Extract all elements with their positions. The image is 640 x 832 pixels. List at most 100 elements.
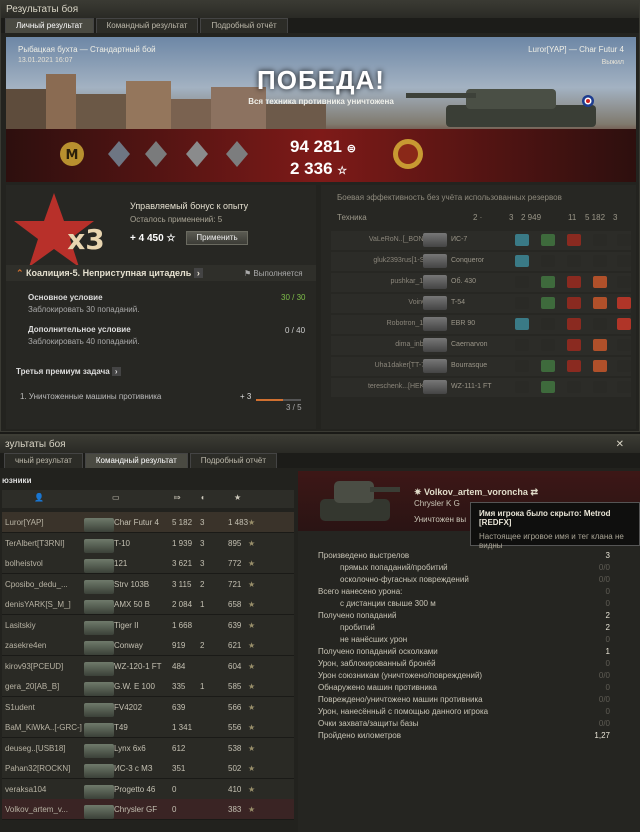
kill-icon[interactable] [617,297,631,309]
tab-team[interactable]: Командный результат [84,453,188,468]
tab-report[interactable]: Подробный отчёт [189,453,277,468]
crit-icon[interactable] [593,234,607,246]
allies-header: юзники [2,476,32,485]
damage-icon[interactable] [567,339,581,351]
efficiency-row[interactable]: VaLeRoN..[_BONG] ИС-7 [331,231,631,250]
damage: 5 182 [172,518,193,527]
credits-value: 94 281 [290,137,342,156]
efficiency-row[interactable]: tereschenk...[HEKP] WZ-111-1 FT [331,378,631,397]
crit-icon[interactable] [593,318,607,330]
crit-icon[interactable] [593,339,607,351]
mission-title[interactable]: ⌃ Коалиция-5. Неприступная цитадель › [16,268,203,279]
efficiency-row[interactable]: Robotron_124 EBR 90 [331,315,631,334]
damage-icon[interactable] [567,234,581,246]
third-task-title[interactable]: Третья премиум задача › [16,367,121,376]
spotted-icon[interactable] [515,318,529,330]
chevron-right-icon[interactable]: › [111,367,121,376]
spotted-icon[interactable] [515,360,529,372]
svg-text:M: M [66,148,79,163]
damage-icon[interactable] [567,297,581,309]
assist-icon[interactable] [541,381,555,393]
tab-personal[interactable]: чный результат [4,453,83,468]
tab-report[interactable]: Подробный отчёт [200,18,288,33]
kill-icon[interactable] [617,339,631,351]
tank-icon [423,338,447,352]
spotted-icon[interactable] [515,339,529,351]
team-row[interactable]: TerAlbert[T3RNI] T-10 1 939 3 895 ★ [2,532,294,554]
damage-icon[interactable] [567,255,581,267]
kill-icon[interactable] [617,255,631,267]
medal-icon[interactable] [106,139,132,169]
apply-button[interactable]: Применить [186,231,248,245]
player-icon[interactable]: 👤 [34,493,44,502]
close-icon[interactable] [612,438,636,458]
efficiency-row[interactable]: Uha1daker[TT-72] Bourrasque [331,357,631,376]
team-row[interactable]: Volkov_artem_v... Chrysler GF 0 383 ★ [2,799,294,820]
damage-icon[interactable] [567,381,581,393]
tank-column-icon[interactable]: ▭ [112,493,120,502]
crit-icon[interactable] [593,276,607,288]
hidden-name-icon[interactable]: ⇄ [530,487,538,497]
assist-icon[interactable] [541,318,555,330]
spotted-icon[interactable] [515,297,529,309]
kill-icon[interactable] [617,318,631,330]
assist-icon[interactable] [541,297,555,309]
spotted-icon[interactable] [515,381,529,393]
team-row[interactable]: Pahan32[ROCKN] ИС-3 с МЗ 351 502 ★ [2,758,294,779]
medal-icon[interactable] [143,139,169,169]
assist-icon[interactable] [541,360,555,372]
enemy-tank: T-54 [451,299,466,306]
window-title: зультаты боя ✕ [0,436,640,453]
efficiency-row[interactable]: dima_inbox Caernarvon [331,336,631,355]
team-row[interactable]: kirov93[PCEUD] WZ-120-1 FT 484 604 ★ [2,655,294,677]
tank-icon [84,784,114,799]
assist-icon[interactable] [541,234,555,246]
spotted-icon[interactable] [515,234,529,246]
team-row[interactable]: S1udent FV4202 639 566 ★ [2,696,294,718]
achievement-icon[interactable] [391,137,425,171]
damage-icon[interactable] [567,276,581,288]
kill-icon[interactable] [617,360,631,372]
efficiency-row[interactable]: VoinCh T-54 [331,294,631,313]
team-row[interactable]: Cposibo_dedu_... Strv 103B 3 115 2 721 ★ [2,573,294,595]
player-name: TerAlbert[T3RNI] [5,538,65,548]
chevron-right-icon[interactable]: › [193,268,203,278]
team-row[interactable]: BaM_KiWkA..[-GRC-] T49 1 341 556 ★ [2,717,294,738]
team-row[interactable]: deuseg..[USB18] Lynx 6x6 612 538 ★ [2,737,294,759]
tank-icon [423,275,447,289]
team-row[interactable]: Lasitskiy Tiger II 1 668 639 ★ [2,614,294,636]
team-row[interactable]: veraksa104 Progetto 46 0 410 ★ [2,778,294,800]
kill-icon[interactable] [617,234,631,246]
efficiency-row[interactable]: gluk2393rus[1-SK] Conqueror [331,252,631,271]
damage-icon[interactable] [567,318,581,330]
assist-icon[interactable] [541,276,555,288]
crit-icon[interactable] [593,255,607,267]
kill-icon[interactable] [617,276,631,288]
col-tank: Техника [337,213,367,222]
crit-icon[interactable] [593,360,607,372]
xp-icon[interactable]: ★ [234,493,241,502]
enemy-tank: EBR 90 [451,320,476,327]
team-row[interactable]: zasekre4en Conway 919 2 621 ★ [2,635,294,656]
tab-personal[interactable]: Личный результат [5,18,94,33]
team-row[interactable]: bolheistvol 121 3 621 3 772 ★ [2,553,294,574]
kills-icon[interactable]: ◖ [200,493,205,502]
crit-icon[interactable] [593,381,607,393]
damage-icon[interactable]: ⤇ [174,493,181,502]
assist-icon[interactable] [541,255,555,267]
crit-icon[interactable] [593,297,607,309]
team-row[interactable]: Luror[YAP] Char Futur 4 5 182 3 1 483 ★ [2,512,294,533]
medal-icon[interactable] [224,139,250,169]
spotted-icon[interactable] [515,276,529,288]
team-row[interactable]: gera_20[AB_B] G.W. E 100 335 1 585 ★ [2,676,294,697]
kill-icon[interactable] [617,381,631,393]
team-row[interactable]: denisYARK[S_M_] AMX 50 B 2 084 1 658 ★ [2,594,294,615]
damage-icon[interactable] [567,360,581,372]
assist-icon[interactable] [541,339,555,351]
efficiency-row[interactable]: pushkar_137 Об. 430 [331,273,631,292]
stat-label: прямых попаданий/пробитий [340,563,448,572]
spotted-icon[interactable] [515,255,529,267]
mastery-badge-icon[interactable]: M [59,139,85,169]
medal-icon[interactable] [184,139,210,169]
tab-team[interactable]: Командный результат [95,18,199,33]
